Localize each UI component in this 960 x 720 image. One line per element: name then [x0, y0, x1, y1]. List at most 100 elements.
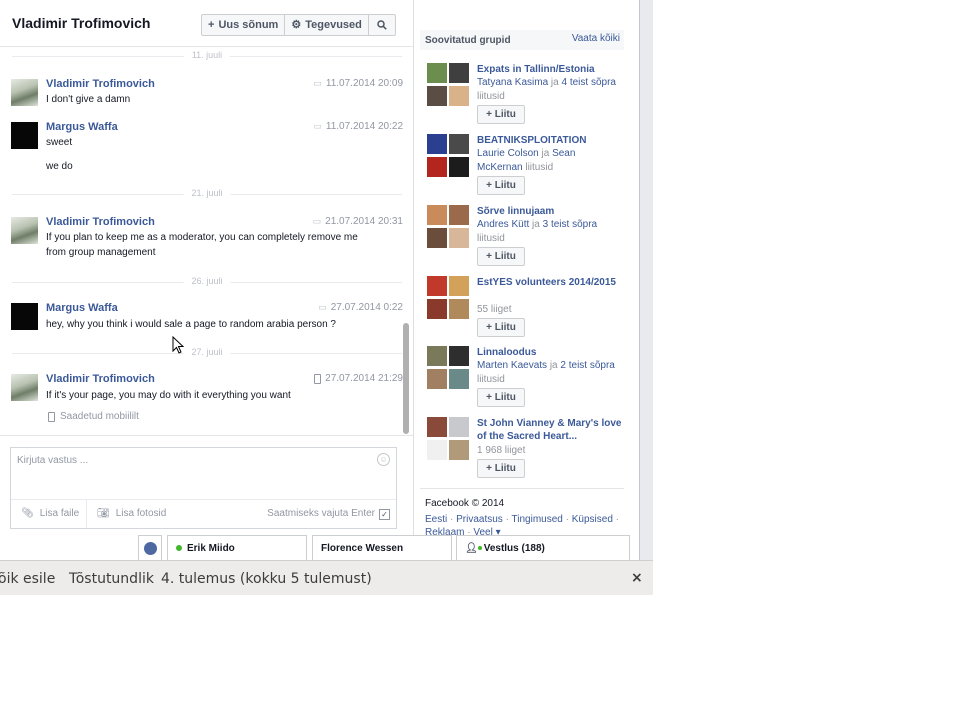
join-group-button[interactable]: + Liitu — [477, 459, 525, 478]
suggested-groups-header: Soovitatud grupid Vaata kõiki — [420, 30, 624, 50]
join-group-button[interactable]: + Liitu — [477, 388, 525, 407]
message-author[interactable]: Margus Waffa — [46, 121, 118, 133]
message-time: ▭ 27.07.2014 0:22 — [318, 302, 403, 313]
friends-link[interactable]: 3 teist sõpra — [543, 219, 597, 230]
chat-bubble-icon: ▭ — [318, 302, 327, 312]
member-photo — [427, 276, 447, 296]
content-edge — [639, 0, 640, 560]
avatar[interactable] — [11, 122, 38, 149]
reply-toolbar: 📎︎ Lisa faile 📷︎ Lisa fotosid Saatmiseks… — [11, 499, 396, 528]
message-thread[interactable]: 11. juuli Vladimir Trofimovich ▭ 11.07.20… — [0, 47, 413, 435]
avatar[interactable] — [11, 79, 38, 106]
group-thumbnail[interactable] — [427, 63, 471, 107]
message-author[interactable]: Margus Waffa — [46, 302, 118, 314]
group-name-link[interactable]: Sõrve linnujaam — [477, 205, 622, 218]
close-icon[interactable]: × — [631, 570, 643, 586]
member-photo — [449, 205, 469, 225]
group-thumbnail[interactable] — [427, 205, 471, 249]
header-button-group: + Uus sõnum ⚙ Tegevused — [201, 14, 396, 36]
group-thumbnail[interactable] — [427, 276, 471, 320]
member-photo — [449, 276, 469, 296]
paperclip-icon: 📎︎ — [21, 508, 34, 519]
member-photo — [427, 299, 447, 319]
friend-link[interactable]: Laurie Colson — [477, 148, 539, 159]
browser-viewport: Vladimir Trofimovich + Uus sõnum ⚙ Tegev… — [0, 0, 653, 595]
avatar[interactable] — [11, 374, 38, 401]
member-photo — [449, 86, 469, 106]
chat-tab-florence[interactable]: Florence Wessen — [312, 535, 452, 560]
date-divider: 27. juuli — [12, 347, 402, 359]
join-group-button[interactable]: + Liitu — [477, 105, 525, 124]
friends-link[interactable]: 4 teist sõpra — [562, 77, 616, 88]
join-group-button[interactable]: + Liitu — [477, 318, 525, 337]
footer-link[interactable]: Privaatsus — [456, 514, 503, 525]
friends-link[interactable]: 2 teist sõpra — [560, 360, 614, 371]
member-photo — [427, 86, 447, 106]
member-photo — [427, 346, 447, 366]
message-author[interactable]: Vladimir Trofimovich — [46, 78, 155, 90]
conversation-title: Vladimir Trofimovich — [12, 15, 151, 31]
date-divider: 11. juuli — [12, 50, 402, 62]
footer-link[interactable]: Küpsised — [572, 514, 613, 525]
reply-input[interactable]: Kirjuta vastus ... — [17, 455, 88, 466]
thread-scrollbar[interactable] — [403, 323, 409, 434]
member-photo — [449, 369, 469, 389]
message-author[interactable]: Vladimir Trofimovich — [46, 373, 155, 385]
friend-link[interactable]: Andres Kütt — [477, 219, 529, 230]
group-name-link[interactable]: Expats in Tallinn/Estonia — [477, 63, 622, 76]
message-text: If it's your page, you may do with it ev… — [46, 390, 291, 401]
message-time: 27.07.2014 21:29 — [314, 373, 403, 384]
group-name-link[interactable]: Linnaloodus — [477, 346, 622, 359]
new-message-button[interactable]: + Uus sõnum — [202, 15, 286, 35]
mobile-icon — [314, 373, 322, 384]
member-photo — [427, 63, 447, 83]
message-text: hey, why you think i would sale a page t… — [46, 319, 336, 330]
group-subtitle: Marten Kaevats ja 2 teist sõpra liitusid — [477, 360, 615, 385]
chat-bar: Erik Miido Florence Wessen 👤︎ Vestlus (18… — [0, 535, 653, 560]
emoticon-icon[interactable]: ☺ — [377, 453, 390, 466]
chat-bubble-icon: ▭ — [313, 121, 322, 131]
mouse-cursor-icon — [172, 336, 185, 354]
join-group-button[interactable]: + Liitu — [477, 247, 525, 266]
group-name-link[interactable]: St John Vianney & Mary's love of the Sac… — [477, 417, 622, 443]
actions-button[interactable]: ⚙ Tegevused — [285, 15, 369, 35]
group-thumbnail[interactable] — [427, 417, 471, 461]
match-case-toggle[interactable]: Tõstutundlik — [69, 571, 154, 587]
member-photo — [427, 134, 447, 154]
add-photos-button[interactable]: 📷︎ Lisa fotosid — [87, 500, 177, 528]
friend-link[interactable]: Marten Kaevats — [477, 360, 547, 371]
member-photo — [449, 63, 469, 83]
message-time: ▭ 11.07.2014 20:09 — [313, 78, 403, 89]
group-thumbnail[interactable] — [427, 346, 471, 390]
gear-icon: ⚙ — [291, 19, 302, 31]
mobile-icon — [48, 411, 55, 422]
highlight-all-button[interactable]: õik esile — [0, 571, 55, 587]
message-author[interactable]: Vladimir Trofimovich — [46, 216, 155, 228]
member-photo — [427, 369, 447, 389]
friend-link[interactable]: Tatyana Kasima — [477, 77, 548, 88]
member-photo — [449, 299, 469, 319]
group-name-link[interactable]: BEATNIKSPLOITATION — [477, 134, 622, 147]
footer-link[interactable]: Tingimused — [512, 514, 563, 525]
chat-globe-button[interactable] — [138, 535, 162, 560]
search-button[interactable] — [369, 15, 395, 35]
see-all-link[interactable]: Vaata kõiki — [572, 33, 620, 44]
group-thumbnail[interactable] — [427, 134, 471, 178]
join-group-button[interactable]: + Liitu — [477, 176, 525, 195]
chat-bubble-icon: ▭ — [313, 78, 322, 88]
message-time: ▭ 21.07.2014 20:31 — [312, 216, 403, 227]
add-file-button[interactable]: 📎︎ Lisa faile — [11, 500, 87, 528]
online-dot-icon — [477, 546, 482, 551]
chat-sidebar-toggle[interactable]: 👤︎ Vestlus (188) — [456, 535, 630, 560]
chat-tab-erik[interactable]: Erik Miido — [167, 535, 307, 560]
group-subtitle: 55 liiget — [477, 304, 512, 315]
footer-link[interactable]: Eesti — [425, 514, 447, 525]
avatar[interactable] — [11, 303, 38, 330]
group-name-link[interactable]: EstYES volunteers 2014/2015 — [477, 276, 622, 289]
member-photo — [449, 134, 469, 154]
member-photo — [449, 157, 469, 177]
avatar[interactable] — [11, 217, 38, 244]
enter-to-send-toggle[interactable]: Saatmiseks vajuta Enter ✓ — [267, 500, 390, 528]
checkbox-icon[interactable]: ✓ — [379, 508, 390, 520]
find-result-status: 4. tulemus (kokku 5 tulemust) — [161, 571, 372, 587]
